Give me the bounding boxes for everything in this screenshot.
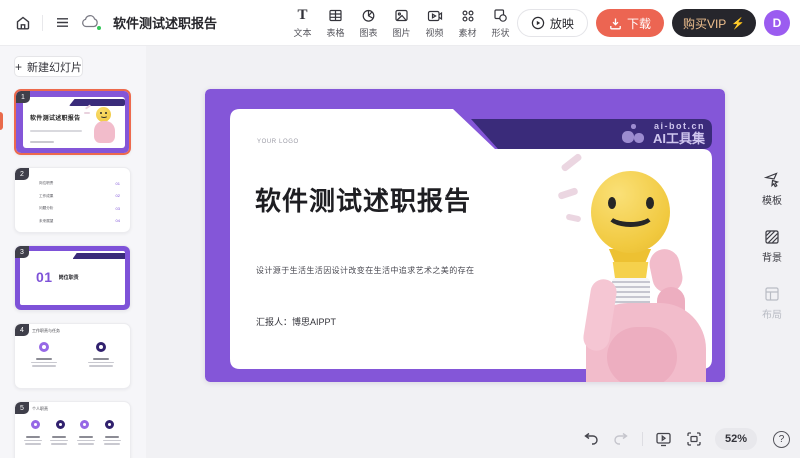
cloud-save-icon bbox=[81, 14, 101, 32]
help-icon[interactable]: ? bbox=[773, 431, 790, 448]
home-icon[interactable] bbox=[14, 14, 32, 32]
image-icon bbox=[394, 8, 409, 24]
mini-hand bbox=[94, 121, 115, 143]
redo-icon[interactable] bbox=[612, 430, 630, 448]
tool-video[interactable]: 视频 bbox=[418, 0, 451, 46]
play-icon bbox=[531, 16, 545, 30]
mini-heading: 个人职责 bbox=[32, 406, 48, 412]
topbar: 软件测试述职报告 T 文本 表格 图表 bbox=[0, 0, 800, 46]
tool-table[interactable]: 表格 bbox=[319, 0, 352, 46]
rail-item-layout[interactable]: 布局 bbox=[762, 286, 782, 321]
right-rail: 模板 背景 布局 bbox=[751, 171, 793, 321]
hand-shade bbox=[607, 327, 677, 382]
slide-thumbnail-1[interactable]: 1 软件测试述职报告 bbox=[14, 89, 131, 155]
user-avatar[interactable]: D bbox=[764, 10, 790, 36]
tool-shape[interactable]: 形状 bbox=[484, 0, 517, 46]
slide-presenter[interactable]: 汇报人：博思AIPPT bbox=[256, 315, 336, 328]
tool-image[interactable]: 图片 bbox=[385, 0, 418, 46]
donut-icon bbox=[105, 420, 114, 429]
layout-icon bbox=[764, 286, 780, 302]
bulb-band bbox=[612, 262, 649, 278]
undo-icon[interactable] bbox=[582, 430, 600, 448]
smiley-lightbulb bbox=[591, 171, 670, 253]
editor-canvas: ai-bot.cn AI工具集 YOUR LOGO 软件测试述职报告 设计源于生… bbox=[146, 46, 800, 458]
shape-icon bbox=[493, 8, 508, 24]
slide-thumbnail-2[interactable]: 2 岗位职责01 工作成果02 问题分析03 未来展望04 bbox=[14, 167, 131, 233]
download-button[interactable]: 下载 bbox=[596, 9, 664, 37]
new-slide-button[interactable]: + 新建幻灯片 bbox=[14, 56, 83, 77]
slide-number-badge: 2 bbox=[15, 168, 29, 180]
mini-ribbon bbox=[69, 99, 125, 106]
donut-icon bbox=[80, 420, 89, 429]
menu-icon[interactable] bbox=[53, 14, 71, 32]
text-icon: T bbox=[297, 8, 307, 24]
lightning-icon: ⚡ bbox=[731, 17, 745, 30]
donut-icon bbox=[31, 420, 40, 429]
logo-placeholder[interactable]: YOUR LOGO bbox=[257, 139, 299, 145]
slide-number-badge: 4 bbox=[15, 324, 29, 336]
mini-sparkle bbox=[84, 112, 90, 114]
background-icon bbox=[764, 229, 780, 245]
mini-heading: 工作职责与任务 bbox=[32, 328, 60, 334]
mini-text-line bbox=[30, 141, 54, 143]
mini-cover: 软件测试述职报告 bbox=[16, 91, 129, 153]
plus-icon: + bbox=[15, 60, 22, 74]
donut-icon bbox=[39, 342, 49, 352]
tool-text[interactable]: T 文本 bbox=[286, 0, 319, 46]
rail-item-background[interactable]: 背景 bbox=[762, 229, 782, 264]
topbar-right: 放映 下载 购买VIP ⚡ D bbox=[517, 0, 790, 46]
slide-subtitle[interactable]: 设计源于生活生活因设计改变在生活中追求艺术之美的存在 bbox=[256, 265, 474, 276]
fit-screen-icon[interactable] bbox=[685, 430, 703, 448]
buy-vip-button[interactable]: 购买VIP ⚡ bbox=[672, 9, 756, 37]
mini-text-line bbox=[30, 130, 82, 132]
mini-section: 01 岗位职责 bbox=[15, 246, 130, 310]
slide-number-badge: 3 bbox=[15, 246, 29, 258]
tool-chart[interactable]: 图表 bbox=[352, 0, 385, 46]
slide-panel: + 新建幻灯片 1 软件测试述职报告 bbox=[0, 46, 146, 458]
rail-item-template[interactable]: 模板 bbox=[762, 171, 782, 207]
saved-status-dot bbox=[96, 25, 102, 31]
table-icon bbox=[328, 8, 343, 24]
donut-icon bbox=[56, 420, 65, 429]
slide-thumbnail-4[interactable]: 4 工作职责与任务 bbox=[14, 323, 131, 389]
assets-icon bbox=[461, 8, 475, 24]
slide-number-badge: 5 bbox=[15, 402, 29, 414]
present-button[interactable]: 放映 bbox=[517, 9, 588, 37]
slide-number-badge: 1 bbox=[16, 91, 30, 103]
topbar-left: 软件测试述职报告 bbox=[0, 13, 217, 32]
donut-icon bbox=[96, 342, 106, 352]
watermark: ai-bot.cn AI工具集 bbox=[622, 120, 705, 148]
zoom-level[interactable]: 52% bbox=[715, 428, 757, 450]
template-icon bbox=[764, 171, 781, 188]
scroll-indicator[interactable] bbox=[0, 112, 3, 130]
chart-icon bbox=[361, 8, 376, 24]
presenter-view-icon[interactable] bbox=[655, 430, 673, 448]
watermark-logo-icon bbox=[622, 124, 646, 144]
controls-divider bbox=[642, 432, 643, 446]
tool-assets[interactable]: 素材 bbox=[451, 0, 484, 46]
mini-ribbon bbox=[73, 253, 126, 259]
slide-thumbnail-5[interactable]: 5 个人职责 bbox=[14, 401, 131, 458]
app-body: + 新建幻灯片 1 软件测试述职报告 bbox=[0, 46, 800, 458]
insert-toolbar: T 文本 表格 图表 图片 bbox=[286, 0, 550, 46]
slide-thumbnail-3[interactable]: 3 01 岗位职责 bbox=[14, 245, 131, 311]
document-title[interactable]: 软件测试述职报告 bbox=[113, 13, 217, 32]
mini-bulb bbox=[96, 107, 111, 122]
slide-title[interactable]: 软件测试述职报告 bbox=[255, 181, 471, 218]
video-icon bbox=[427, 8, 443, 24]
canvas-controls: 52% ? bbox=[582, 428, 790, 450]
topbar-divider bbox=[42, 15, 43, 31]
mini-title: 软件测试述职报告 bbox=[30, 113, 80, 122]
mini-agenda: 岗位职责01 工作成果02 问题分析03 未来展望04 bbox=[15, 168, 130, 232]
download-icon bbox=[609, 17, 622, 30]
current-slide[interactable]: ai-bot.cn AI工具集 YOUR LOGO 软件测试述职报告 设计源于生… bbox=[205, 89, 725, 382]
